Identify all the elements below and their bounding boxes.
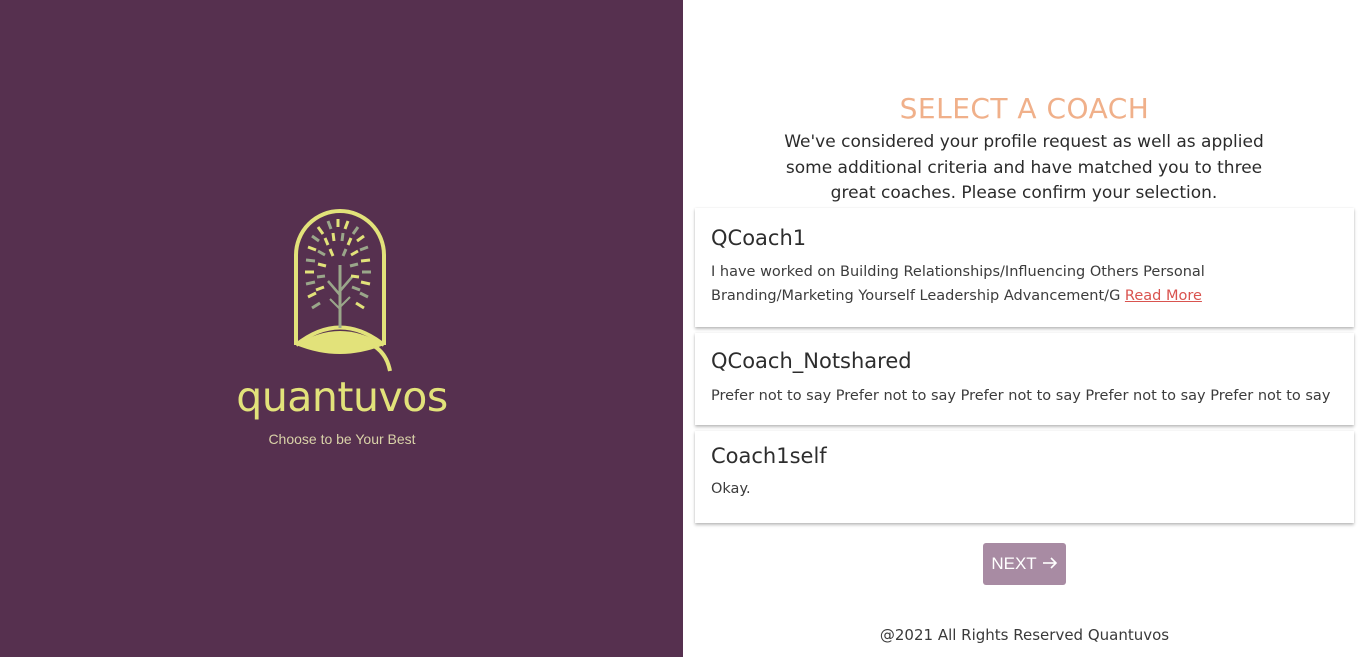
page-title: SELECT A COACH [899, 92, 1150, 125]
page: quantuvos Choose to be Your Best SELECT … [0, 0, 1366, 657]
brand-panel: quantuvos Choose to be Your Best [0, 0, 683, 657]
next-button-label: NEXT [991, 554, 1037, 573]
arrow-right-icon [1042, 556, 1057, 569]
brand-tagline: Choose to be Your Best [268, 431, 416, 447]
coach-description: Okay. [711, 481, 751, 497]
footer-copyright: @2021 All Rights Reserved Quantuvos [879, 626, 1170, 644]
brand-logo: quantuvos Choose to be Your Best [236, 205, 448, 455]
coach-description: Prefer not to say Prefer not to say Pref… [711, 388, 1331, 404]
coach-name: QCoach_Notshared [711, 349, 912, 373]
coach-description: I have worked on Building Relationships/… [711, 260, 1338, 308]
coach-card-qcoach1[interactable]: QCoach1 I have worked on Building Relati… [695, 208, 1354, 327]
coach-card-coach1self[interactable]: Coach1self Okay. [695, 431, 1354, 523]
coach-name: Coach1self [711, 444, 827, 468]
coach-list: QCoach1 I have worked on Building Relati… [695, 208, 1354, 529]
coach-selection-panel: SELECT A COACH We've considered your pro… [683, 0, 1366, 657]
next-button[interactable]: NEXT [983, 543, 1066, 585]
coach-name: QCoach1 [711, 226, 807, 250]
read-more-link[interactable]: Read More [1125, 288, 1202, 304]
intro-text: We've considered your profile request as… [784, 132, 1264, 203]
tree-in-q-logo-icon [294, 209, 392, 372]
brand-name: quantuvos [236, 373, 448, 421]
coach-card-qcoach-notshared[interactable]: QCoach_Notshared Prefer not to say Prefe… [695, 333, 1354, 425]
